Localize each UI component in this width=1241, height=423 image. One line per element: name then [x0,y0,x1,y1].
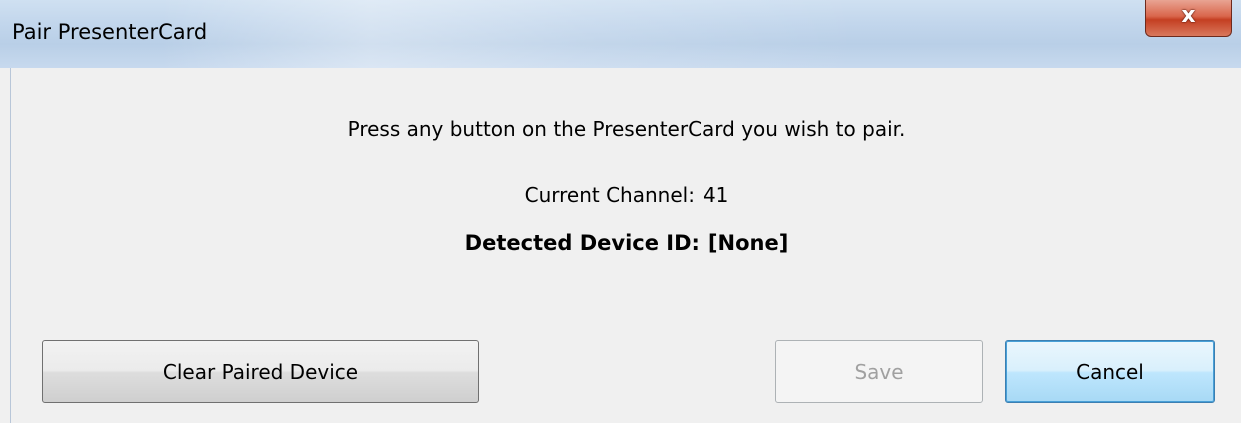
dialog-body: Press any button on the PresenterCard yo… [10,68,1239,423]
window-title: Pair PresenterCard [12,20,208,44]
close-icon: x [1181,3,1196,28]
detected-device-row: Detected Device ID: [None] [11,231,1241,255]
clear-paired-device-label: Clear Paired Device [162,359,359,384]
current-channel-row: Current Channel: 41 [11,183,1241,207]
save-button[interactable]: Save [775,340,983,403]
instruction-text: Press any button on the PresenterCard yo… [347,117,906,141]
title-bar[interactable]: Pair PresenterCard x [0,0,1241,68]
save-label: Save [854,359,904,384]
current-channel-label: Current Channel: [524,183,695,207]
detected-device-id-value: [None] [707,231,789,255]
close-button[interactable]: x [1145,0,1232,37]
current-channel-value: 41 [702,183,729,207]
cancel-button[interactable]: Cancel [1005,340,1215,403]
detected-device-id-label: Detected Device ID: [464,231,700,255]
cancel-label: Cancel [1076,359,1144,384]
clear-paired-device-button[interactable]: Clear Paired Device [42,340,479,403]
pair-presentercard-dialog: Pair PresenterCard x Press any button on… [0,0,1241,423]
